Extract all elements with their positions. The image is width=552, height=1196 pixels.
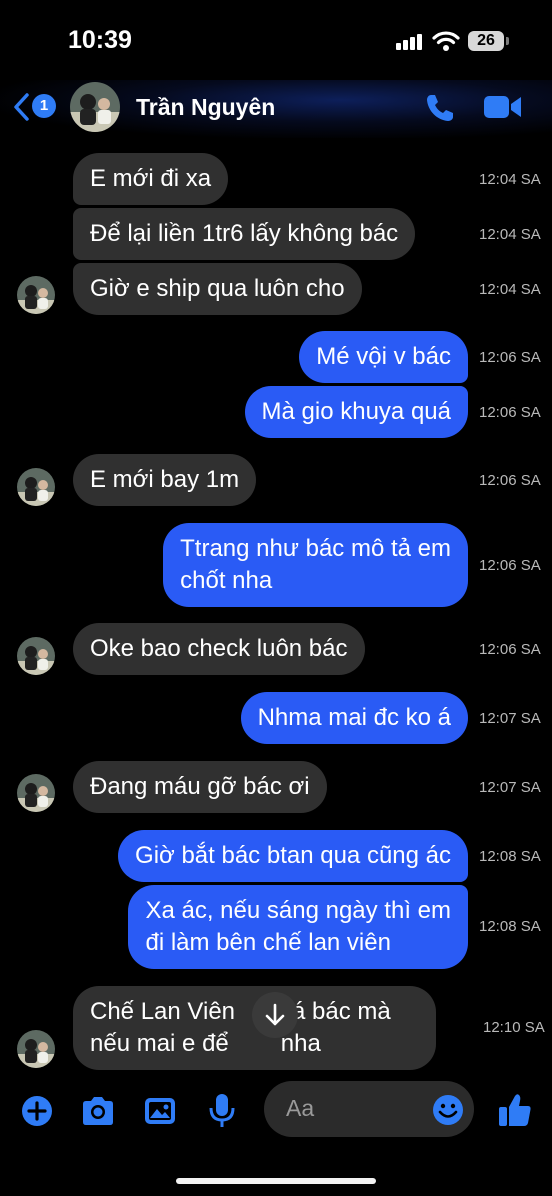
composer-bar: Aa xyxy=(0,1075,552,1196)
message-thread[interactable]: E mới đi xa 12:04 SA Để lại liền 1tr6 lấ… xyxy=(0,140,552,1075)
message-line: Ttrang như bác mô tả em xyxy=(180,535,451,562)
message-line: đi làm bên chế lan viên xyxy=(145,929,391,956)
message-bubble-outgoing[interactable]: Giờ bắt bác btan qua cũng ác xyxy=(118,830,468,882)
contact-name[interactable]: Trần Nguyên xyxy=(136,94,275,121)
plus-icon[interactable] xyxy=(21,1095,53,1127)
message-line: Xa ác, nếu sáng ngày thì em xyxy=(145,897,451,924)
message-timestamp: 12:06 SA xyxy=(479,404,541,421)
sender-avatar[interactable] xyxy=(17,637,55,675)
message-bubble-outgoing[interactable]: Mé vội v bác xyxy=(299,331,468,383)
back-chevron-icon[interactable] xyxy=(12,92,32,122)
battery-icon xyxy=(506,37,509,45)
microphone-icon[interactable] xyxy=(208,1093,236,1129)
message-timestamp: 12:06 SA xyxy=(479,472,541,489)
emoji-icon[interactable] xyxy=(432,1094,464,1126)
sender-avatar[interactable] xyxy=(17,468,55,506)
message-text: á bác mà xyxy=(292,998,391,1025)
gallery-icon[interactable] xyxy=(144,1097,176,1125)
message-bubble-incoming[interactable]: Giờ e ship qua luôn cho xyxy=(73,263,362,315)
message-timestamp: 12:06 SA xyxy=(479,349,541,366)
message-bubble-incoming[interactable]: E mới bay 1m xyxy=(73,454,257,506)
message-bubble-incoming[interactable]: E mới đi xa xyxy=(73,153,229,205)
message-timestamp: 12:04 SA xyxy=(479,226,541,243)
status-bar: 10:39 26 xyxy=(0,0,552,80)
message-timestamp: 12:08 SA xyxy=(479,848,541,865)
camera-icon[interactable] xyxy=(80,1095,116,1127)
message-bubble-incoming[interactable]: Oke bao check luôn bác xyxy=(73,623,365,675)
message-timestamp: 12:04 SA xyxy=(479,281,541,298)
cellular-signal-icon xyxy=(396,34,422,50)
contact-avatar[interactable] xyxy=(70,82,120,132)
message-bubble-outgoing[interactable]: Mà gio khuya quá xyxy=(244,386,468,438)
message-bubble-outgoing[interactable]: Ttrang như bác mô tả em chốt nha xyxy=(163,523,468,607)
message-bubble-outgoing[interactable]: Xa ác, nếu sáng ngày thì em đi làm bên c… xyxy=(128,885,468,969)
message-bubble-outgoing[interactable]: Nhma mai đc ko á xyxy=(240,692,468,744)
video-call-icon[interactable] xyxy=(484,94,522,120)
message-timestamp: 12:06 SA xyxy=(479,557,541,574)
sender-avatar[interactable] xyxy=(17,1030,55,1068)
message-bubble-incoming[interactable]: Để lại liền 1tr6 lấy không bác xyxy=(73,208,416,260)
message-line: nếu mai e để nha xyxy=(90,1028,419,1060)
message-timestamp: 12:04 SA xyxy=(479,171,541,188)
message-line: chốt nha xyxy=(180,567,273,594)
unread-badge[interactable]: 1 xyxy=(32,94,56,118)
scroll-to-bottom-button[interactable] xyxy=(252,992,298,1038)
message-bubble-incoming[interactable]: Chế Lan Viên á bác mà nếu mai e để nha xyxy=(73,986,436,1070)
arrow-down-icon xyxy=(265,1003,285,1026)
message-input[interactable]: Aa xyxy=(264,1081,474,1137)
wifi-icon xyxy=(432,31,460,51)
clock: 10:39 xyxy=(68,26,132,54)
sender-avatar[interactable] xyxy=(17,774,55,812)
message-text: Chế Lan Viên xyxy=(90,998,236,1025)
message-timestamp: 12:10 SA xyxy=(483,1019,545,1036)
message-timestamp: 12:07 SA xyxy=(479,779,541,796)
phone-call-icon[interactable] xyxy=(424,92,456,124)
message-timestamp: 12:08 SA xyxy=(479,918,541,935)
message-input-placeholder: Aa xyxy=(286,1095,315,1121)
sender-avatar[interactable] xyxy=(17,276,55,314)
message-timestamp: 12:06 SA xyxy=(479,641,541,658)
home-indicator xyxy=(176,1178,376,1184)
thumbs-up-icon[interactable] xyxy=(498,1092,532,1128)
battery-level: 26 xyxy=(468,31,504,51)
chat-header: 1 Trần Nguyên xyxy=(0,80,552,138)
message-timestamp: 12:07 SA xyxy=(479,710,541,727)
message-bubble-incoming[interactable]: Đang máu gỡ bác ơi xyxy=(73,761,327,813)
message-text: nếu mai e để xyxy=(90,1030,229,1057)
